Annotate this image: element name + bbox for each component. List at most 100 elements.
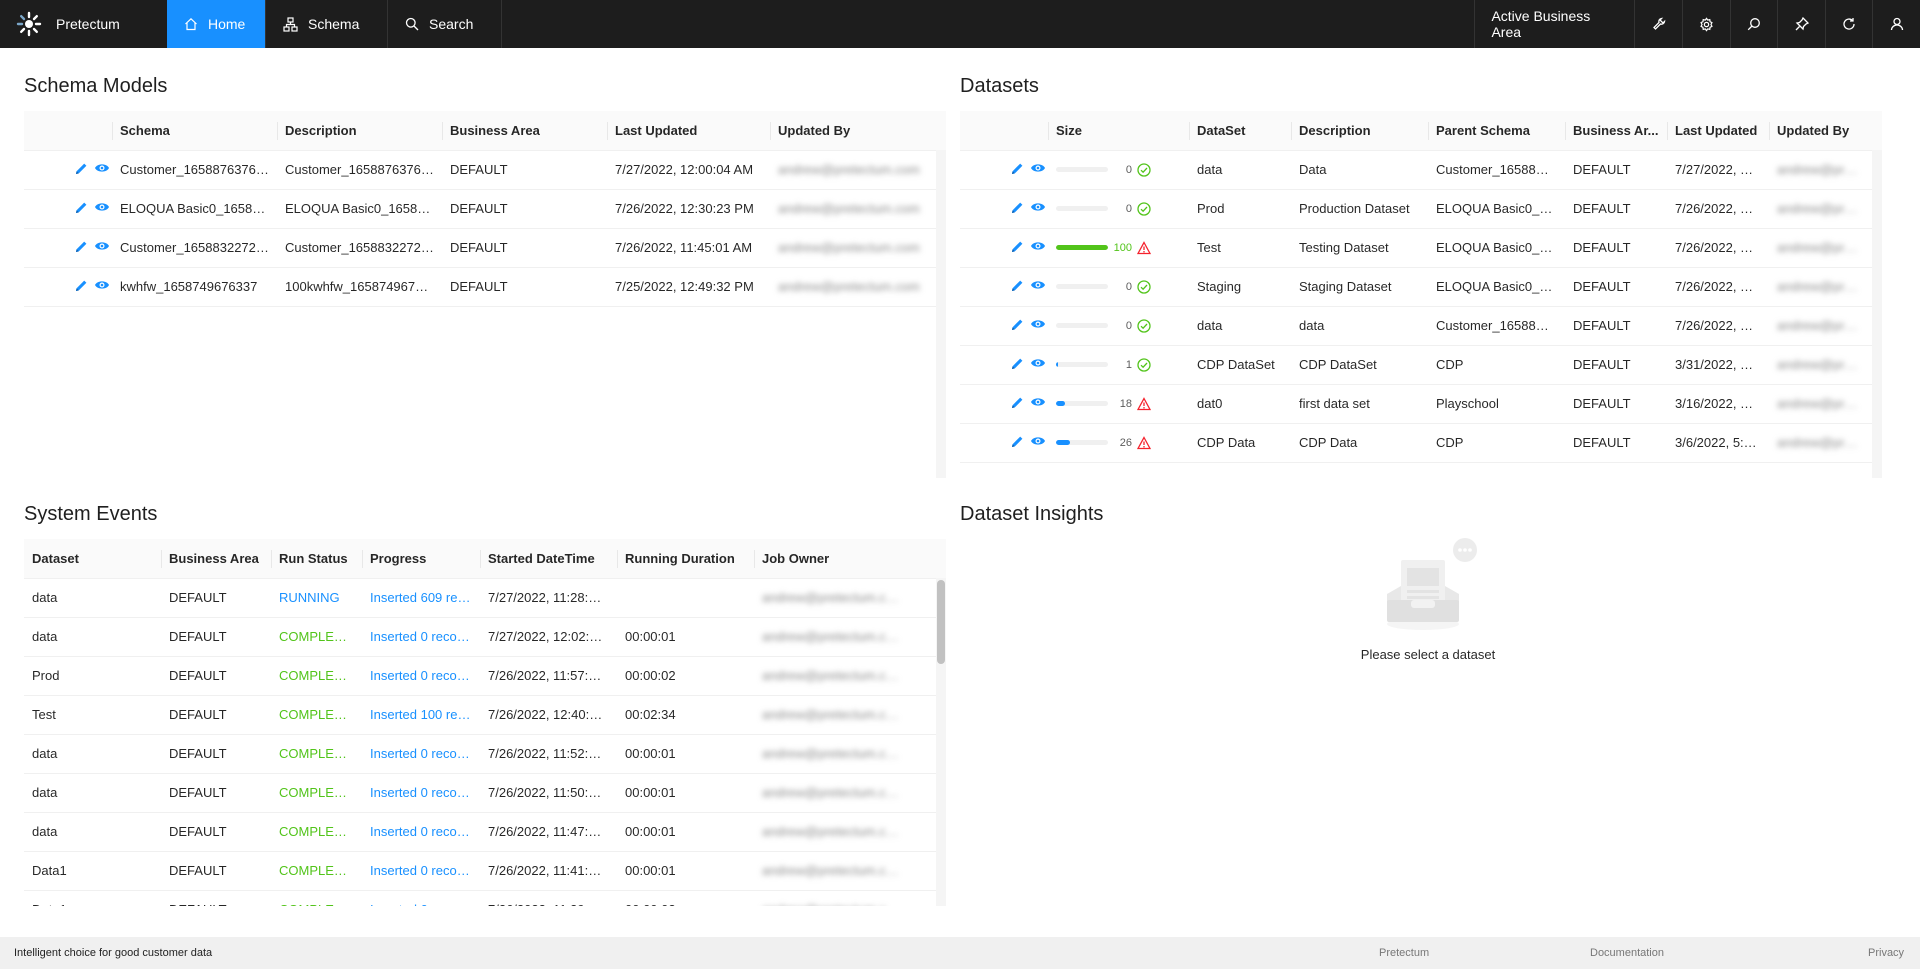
column-header-business-area[interactable]: Business Ar... xyxy=(1565,111,1667,151)
column-header-updated-by[interactable]: Updated By xyxy=(770,111,946,151)
refresh-button[interactable] xyxy=(1824,0,1873,48)
table-row[interactable]: data DEFAULT COMPLET… Inserted 0 record(s) 7… xyxy=(24,812,946,852)
column-header-parent-schema[interactable]: Parent Schema xyxy=(1428,111,1565,151)
table-row[interactable]: Data1DEFAULTCOMPLET…Inserted 0 record(s)… xyxy=(24,890,946,906)
system-events-scrollbar-thumb[interactable] xyxy=(937,580,945,664)
table-row[interactable]: ELOQUA Basic0_16588… ELOQUA Basic0_16588…… xyxy=(24,189,946,229)
table-row[interactable]: Prod DEFAULT COMPLET… Inserted 0 record(s) 7… xyxy=(24,656,946,696)
table-row[interactable]: TestDEFAULTCOMPLET…Inserted 100 record(s… xyxy=(24,695,946,735)
column-header-business-area[interactable]: Business Area xyxy=(161,539,271,579)
table-row[interactable]: 0 Prod Production Dataset ELOQUA Basic0_1… D… xyxy=(960,189,1882,229)
cell-size: 0 xyxy=(1048,150,1189,190)
edit-icon[interactable] xyxy=(1011,357,1024,373)
cell-running-duration: 00:00:02 xyxy=(617,890,754,906)
edit-icon[interactable] xyxy=(1011,279,1024,295)
edit-icon[interactable] xyxy=(1011,240,1024,256)
footer-link-documentation[interactable]: Documentation xyxy=(1590,947,1664,959)
column-header-updated-by[interactable]: Updated By xyxy=(1769,111,1882,151)
column-header-last-updated[interactable]: Last Updated xyxy=(607,111,770,151)
cell-progress[interactable]: Inserted 0 record(s) xyxy=(362,734,480,774)
tool-button[interactable] xyxy=(1634,0,1682,48)
column-header-started-datetime[interactable]: Started DateTime xyxy=(480,539,617,579)
edit-icon[interactable] xyxy=(1011,396,1024,412)
view-icon[interactable] xyxy=(1030,435,1046,450)
table-row[interactable]: 0 data data Customer_16588… DEFAULT 7/26/2022… xyxy=(960,306,1882,346)
edit-icon[interactable] xyxy=(1011,318,1024,334)
table-row[interactable]: data DEFAULT COMPLET… Inserted 0 record(s) 7… xyxy=(24,773,946,813)
column-header-dataset[interactable]: DataSet xyxy=(1189,111,1291,151)
view-icon[interactable] xyxy=(1030,318,1046,333)
column-header-actions xyxy=(24,111,112,151)
settings-button[interactable] xyxy=(1682,0,1730,48)
column-header-job-owner[interactable]: Job Owner xyxy=(754,539,946,579)
cell-last-updated: 3/16/2022, … xyxy=(1667,384,1769,424)
view-icon[interactable] xyxy=(1030,279,1046,294)
nav-schema[interactable]: Schema xyxy=(266,0,388,48)
column-header-business-area[interactable]: Business Area xyxy=(442,111,607,151)
edit-icon[interactable] xyxy=(75,201,88,217)
cell-progress[interactable]: Inserted 0 record(s) xyxy=(362,617,480,657)
table-row[interactable]: 0 data Data Customer_16588… DEFAULT 7/27/2022… xyxy=(960,150,1882,190)
edit-icon[interactable] xyxy=(75,162,88,178)
table-row[interactable]: 1 CDP DataSet CDP DataSet CDP DEFAULT 3/31/20… xyxy=(960,345,1882,385)
view-icon[interactable] xyxy=(94,279,110,294)
column-header-dataset[interactable]: Dataset xyxy=(24,539,161,579)
cell-progress[interactable]: Inserted 100 record(s) xyxy=(362,695,480,735)
table-row[interactable]: data DEFAULT COMPLET… Inserted 0 record(s) 7… xyxy=(24,617,946,657)
edit-icon[interactable] xyxy=(1011,162,1024,178)
view-icon[interactable] xyxy=(1030,240,1046,255)
column-header-run-status[interactable]: Run Status xyxy=(271,539,362,579)
brand[interactable]: Pretectum xyxy=(0,0,167,48)
user-button[interactable] xyxy=(1872,0,1920,48)
footer-link-pretectum[interactable]: Pretectum xyxy=(1379,947,1429,959)
edit-icon[interactable] xyxy=(1011,435,1024,451)
view-icon[interactable] xyxy=(1030,201,1046,216)
view-icon[interactable] xyxy=(1030,357,1046,372)
view-icon[interactable] xyxy=(94,240,110,255)
system-events-scrollbar[interactable] xyxy=(936,578,946,906)
column-header-schema[interactable]: Schema xyxy=(112,111,277,151)
column-header-running-duration[interactable]: Running Duration xyxy=(617,539,754,579)
edit-icon[interactable] xyxy=(1011,201,1024,217)
cell-progress[interactable]: Inserted 609 record(s) xyxy=(362,578,480,618)
table-row[interactable]: Customer_1658876376… Customer_1658876376…… xyxy=(24,150,946,190)
size-progress: 1 xyxy=(1056,357,1181,372)
table-row[interactable]: dataDEFAULTRUNNINGInserted 609 record(s)… xyxy=(24,578,946,618)
footer-tagline: Intelligent choice for good customer dat… xyxy=(14,947,213,959)
table-row[interactable]: Data1DEFAULTCOMPLET…Inserted 0 record(s)… xyxy=(24,851,946,891)
table-row[interactable]: 0 Staging Staging Dataset ELOQUA Basic0_1… D… xyxy=(960,267,1882,307)
cell-progress[interactable]: Inserted 0 record(s) xyxy=(362,812,480,852)
view-icon[interactable] xyxy=(94,162,110,177)
pin-button[interactable] xyxy=(1777,0,1825,48)
nav-search[interactable]: Search xyxy=(388,0,502,48)
view-icon[interactable] xyxy=(94,201,110,216)
nav-home[interactable]: Home xyxy=(167,0,266,48)
cell-progress[interactable]: Inserted 0 record(s) xyxy=(362,656,480,696)
column-header-size[interactable]: Size xyxy=(1048,111,1189,151)
cell-progress[interactable]: Inserted 0 record(s) xyxy=(362,890,480,906)
active-business-area-button[interactable]: Active Business Area xyxy=(1474,0,1634,48)
column-header-description[interactable]: Description xyxy=(277,111,442,151)
cell-description: data xyxy=(1291,306,1428,346)
table-row[interactable]: 100 Test Testing Dataset ELOQUA Basic0_1… DE… xyxy=(960,228,1882,268)
cell-progress[interactable]: Inserted 0 record(s) xyxy=(362,773,480,813)
table-row[interactable]: data DEFAULT COMPLET… Inserted 0 record(s) 7… xyxy=(24,734,946,774)
table-row[interactable]: Customer_1658832272… Customer_1658832272…… xyxy=(24,228,946,268)
column-header-description[interactable]: Description xyxy=(1291,111,1428,151)
column-header-last-updated[interactable]: Last Updated xyxy=(1667,111,1769,151)
edit-icon[interactable] xyxy=(75,240,88,256)
table-row[interactable]: 18 dat0 first data set Playschool DEFAULT 3/1… xyxy=(960,384,1882,424)
cell-progress[interactable]: Inserted 0 record(s) xyxy=(362,851,480,891)
size-progress-bar xyxy=(1056,167,1108,172)
view-icon[interactable] xyxy=(1030,396,1046,411)
datasets-scrollbar[interactable] xyxy=(1872,150,1882,478)
size-value: 0 xyxy=(1125,319,1132,332)
table-row[interactable]: kwhfw_1658749676337 100kwhfw_165874967… DE… xyxy=(24,267,946,307)
table-row[interactable]: 26 CDP Data CDP Data CDP DEFAULT 3/6/2022, 5:… xyxy=(960,423,1882,463)
footer-link-privacy[interactable]: Privacy xyxy=(1868,947,1904,959)
schema-models-scrollbar[interactable] xyxy=(936,150,946,478)
view-icon[interactable] xyxy=(1030,162,1046,177)
column-header-progress[interactable]: Progress xyxy=(362,539,480,579)
edit-icon[interactable] xyxy=(75,279,88,295)
zoom-button[interactable] xyxy=(1729,0,1778,48)
